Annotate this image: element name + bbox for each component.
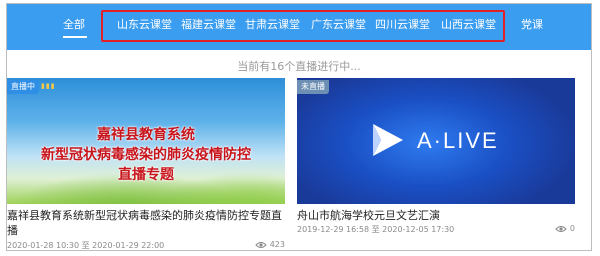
live-card[interactable]: 直播中 ▮▮▮ 嘉祥县教育系统 新型冠状病毒感染的肺炎疫情防控 直播专题 嘉祥县…: [7, 78, 285, 250]
play-logo-icon: [373, 124, 403, 156]
tab-all[interactable]: 全部: [63, 18, 85, 32]
tab-sichuan[interactable]: 四川云课堂: [375, 18, 430, 32]
app-frame: 全部 山东云课堂 福建云课堂 甘肃云课堂 广东云课堂 四川云课堂 山西云课堂 党…: [6, 3, 592, 251]
date-range: 2019-12-29 16:58 至 2020-12-05 17:30: [297, 225, 455, 234]
date-range: 2020-01-28 10:30 至 2020-01-29 22:00: [7, 241, 165, 250]
brand-wordmark: A·LIVE: [417, 128, 499, 153]
card-meta: 2019-12-29 16:58 至 2020-12-05 17:30 0: [297, 224, 575, 235]
view-count: 0: [555, 224, 575, 233]
tab-shandong[interactable]: 山东云课堂: [117, 18, 172, 32]
card-thumbnail[interactable]: 直播中 ▮▮▮ 嘉祥县教育系统 新型冠状病毒感染的肺炎疫情防控 直播专题: [7, 78, 285, 204]
live-card[interactable]: 未直播 A·LIVE 舟山市航海学校元旦文艺汇演 2019-12-29 16:5…: [297, 78, 575, 234]
live-count-status: 当前有16个直播进行中...: [237, 60, 361, 73]
view-count: 423: [255, 240, 285, 249]
card-thumbnail[interactable]: 未直播 A·LIVE: [297, 78, 575, 204]
status-badge: 直播中: [7, 80, 39, 94]
tab-party-class[interactable]: 党课: [521, 18, 543, 32]
card-title[interactable]: 舟山市航海学校元旦文艺汇演: [297, 208, 575, 223]
eye-icon: [255, 241, 267, 248]
eye-icon: [555, 225, 568, 232]
card-meta: 2020-01-28 10:30 至 2020-01-29 22:00 423: [7, 240, 285, 250]
channel-nav: 全部 山东云课堂 福建云课堂 甘肃云课堂 广东云课堂 四川云课堂 山西云课堂 党…: [7, 4, 591, 50]
view-count-value: 0: [569, 224, 575, 233]
status-badge: 未直播: [297, 80, 329, 94]
poster-line: 嘉祥县教育系统: [97, 127, 195, 143]
tab-shanxi[interactable]: 山西云课堂: [441, 18, 496, 32]
live-indicator-icon: ▮▮▮: [41, 82, 56, 90]
active-tab-indicator: [63, 36, 87, 38]
tab-gansu[interactable]: 甘肃云课堂: [245, 18, 300, 32]
poster-line: 新型冠状病毒感染的肺炎疫情防控: [41, 147, 251, 163]
tab-fujian[interactable]: 福建云课堂: [181, 18, 236, 32]
poster-line: 直播专题: [118, 167, 174, 183]
card-title[interactable]: 嘉祥县教育系统新型冠状病毒感染的肺炎疫情防控专题直播: [7, 208, 285, 238]
tab-guangdong[interactable]: 广东云课堂: [311, 18, 366, 32]
view-count-value: 423: [269, 240, 285, 249]
